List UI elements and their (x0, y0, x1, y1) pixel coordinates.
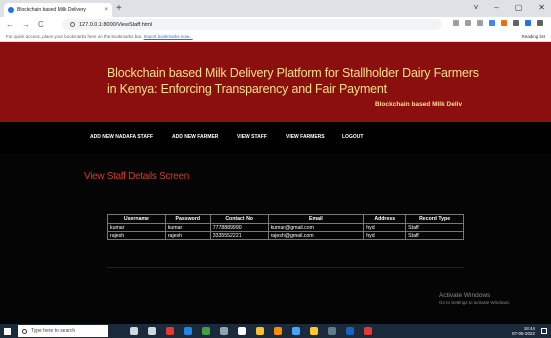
system-tray[interactable]: 18:44 07-05-2022 (512, 326, 535, 336)
extensions-puzzle-icon[interactable] (513, 20, 519, 26)
maximize-button[interactable]: ▢ (515, 3, 523, 12)
menu-view-farmers[interactable]: VIEW FARMERS (286, 134, 325, 140)
forward-button[interactable]: → (22, 20, 30, 29)
bookmarks-bar: For quick access, place your bookmarks h… (0, 32, 551, 42)
chrome-icon[interactable] (256, 327, 264, 335)
watermark-subtitle: Go to Settings to activate Windows. (439, 300, 511, 305)
cell-address: hyd (363, 223, 407, 232)
search-placeholder: Type here to search (31, 328, 76, 334)
cell-username: kumar (107, 223, 166, 232)
scrolling-marquee: Blockchain based Milk Deliv (375, 101, 463, 108)
menu-dots-icon[interactable] (537, 20, 543, 26)
page-title: View Staff Details Screen (84, 171, 189, 182)
menu-add-new-farmer[interactable]: ADD NEW FARMER (172, 134, 218, 140)
store-icon[interactable] (238, 327, 246, 335)
menu-view-staff[interactable]: VIEW STAFF (237, 134, 267, 140)
tab-search-icon[interactable]: ˅ (474, 3, 479, 12)
cell-password: rajesh (164, 231, 211, 240)
cell-email: rajesh@gmail.com (267, 231, 365, 240)
window-controls: ˅ – ▢ ✕ (474, 3, 545, 12)
star-icon[interactable] (477, 20, 483, 26)
menu-logout[interactable]: LOGOUT (342, 134, 363, 140)
terminal-icon[interactable] (328, 327, 336, 335)
site-banner: Blockchain based Milk Delivery Platform … (0, 42, 551, 122)
tab-title: Blockchain based Milk Delivery (17, 7, 86, 13)
reload-button[interactable]: C (38, 20, 44, 29)
column-header-address: Address (363, 214, 407, 224)
git-icon[interactable] (364, 327, 372, 335)
pinned-apps (130, 327, 372, 335)
extension-mail-icon[interactable] (501, 20, 507, 26)
table-row: kumar kumar 7778889990 kumar@gmail.com h… (107, 223, 464, 232)
app-icon[interactable] (202, 327, 210, 335)
extension-shield-icon[interactable] (489, 20, 495, 26)
tab-close-icon[interactable]: × (104, 7, 108, 13)
table-header-row: Username Password Contact No Email Addre… (107, 214, 464, 224)
cell-record-type: Staff (405, 223, 464, 232)
start-button[interactable] (0, 324, 14, 338)
url-text: 127.0.0.1:8000/ViewStaff.html (79, 21, 153, 28)
reading-list-button[interactable]: Reading list (521, 32, 545, 42)
windows-taskbar: Type here to search 18:44 07-05-2022 (0, 324, 551, 338)
site-info-icon[interactable] (70, 22, 75, 27)
cell-contact-no: 7778889990 (209, 223, 269, 232)
column-header-email: Email (267, 214, 365, 224)
clock-date: 07-05-2022 (511, 331, 535, 336)
browser-toolbar: ← → C 127.0.0.1:8000/ViewStaff.html (0, 17, 551, 32)
app-icon-2[interactable] (292, 327, 300, 335)
cell-record-type: Staff (405, 231, 464, 240)
site-title-line-1: Blockchain based Milk Delivery Platform … (107, 66, 479, 80)
folder-icon[interactable] (310, 327, 318, 335)
cell-address: hyd (363, 231, 407, 240)
profile-icon[interactable] (525, 20, 531, 26)
column-header-contact-no: Contact No (209, 214, 269, 224)
column-header-username: Username (107, 214, 166, 224)
back-button[interactable]: ← (6, 20, 14, 29)
staff-table: Username Password Contact No Email Addre… (107, 214, 464, 240)
search-icon (22, 328, 27, 334)
address-bar[interactable]: 127.0.0.1:8000/ViewStaff.html (62, 19, 442, 30)
notifications-icon[interactable] (541, 328, 547, 334)
site-title-line-2: in Kenya: Enforcing Transparency and Fai… (107, 82, 387, 96)
vlc-icon[interactable] (274, 327, 282, 335)
main-menu: ADD NEW NADAFA STAFF ADD NEW FARMER VIEW… (0, 122, 551, 154)
word-icon[interactable] (346, 327, 354, 335)
activate-windows-watermark: Activate Windows Go to Settings to activ… (439, 292, 510, 305)
file-manager-icon[interactable] (220, 327, 228, 335)
column-header-record-type: Record Type (405, 214, 464, 224)
cell-email: kumar@gmail.com (267, 223, 365, 232)
bookmarks-hint: For quick access, place your bookmarks h… (6, 34, 143, 39)
close-window-button[interactable]: ✕ (538, 3, 545, 12)
import-bookmarks-link[interactable]: Import bookmarks now... (144, 34, 193, 39)
task-view-icon[interactable] (148, 327, 156, 335)
cell-username: rajesh (107, 231, 166, 240)
extension-icons (453, 20, 543, 26)
column-header-password: Password (164, 214, 211, 224)
menu-add-new-nadafa-staff[interactable]: ADD NEW NADAFA STAFF (90, 134, 153, 140)
browser-tab[interactable]: Blockchain based Milk Delivery × (4, 3, 112, 17)
new-tab-button[interactable]: + (116, 3, 122, 15)
windows-logo-icon (3, 327, 11, 335)
share-icon[interactable] (465, 20, 471, 26)
main-content: View Staff Details Screen Username Passw… (0, 154, 551, 324)
table-row: rajesh rajesh 3335552221 rajesh@gmail.co… (107, 231, 464, 240)
divider (107, 267, 464, 268)
microphone-icon[interactable] (130, 327, 138, 335)
opera-icon[interactable] (166, 327, 174, 335)
cell-contact-no: 3335552221 (209, 231, 269, 240)
minimize-button[interactable]: – (494, 3, 498, 12)
edge-icon[interactable] (184, 327, 192, 335)
key-icon[interactable] (453, 20, 459, 26)
taskbar-search-box[interactable]: Type here to search (18, 325, 108, 337)
browser-tab-bar: Blockchain based Milk Delivery × + ˅ – ▢… (0, 0, 551, 17)
cell-password: kumar (164, 223, 211, 232)
watermark-title: Activate Windows (439, 292, 491, 299)
site-favicon-icon (8, 7, 14, 13)
